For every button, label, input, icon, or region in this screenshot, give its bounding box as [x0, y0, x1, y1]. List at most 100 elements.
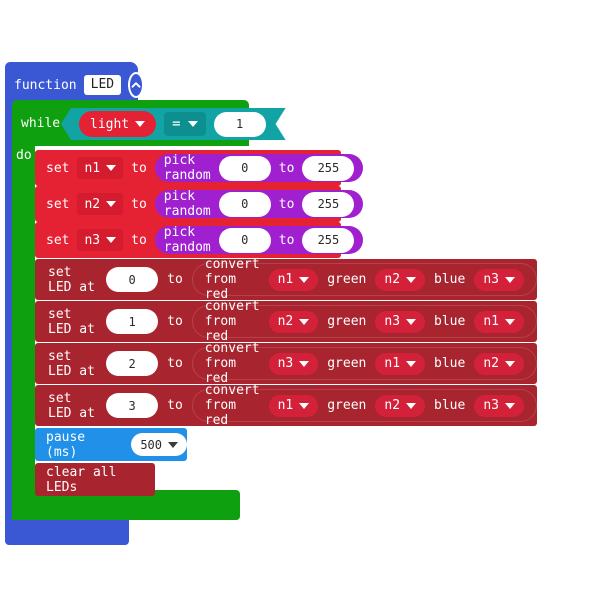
caret-down-icon[interactable] [406, 276, 417, 283]
set-variable-select[interactable]: n2 [77, 193, 124, 215]
pick-random-min-field[interactable]: 0 [218, 227, 271, 253]
pick-random-block[interactable]: pick random 0 to 255 [154, 189, 364, 219]
convert-green-label: n2 [384, 398, 401, 413]
pause-duration-field[interactable]: 500 [131, 433, 187, 456]
caret-down-icon[interactable] [406, 360, 417, 367]
convert-green-label: n3 [384, 314, 401, 329]
convert-red-variable[interactable]: n3 [268, 352, 319, 375]
caret-down-icon[interactable] [135, 121, 145, 127]
convert-blue-variable[interactable]: n3 [474, 394, 524, 417]
caret-down-icon[interactable] [106, 165, 117, 171]
function-keyword: function [14, 77, 77, 93]
pick-random-max-field[interactable]: 255 [302, 191, 355, 217]
set-led-to-label: to [167, 314, 183, 329]
caret-down-icon[interactable] [505, 402, 515, 409]
convert-blue-variable[interactable]: n2 [474, 352, 524, 375]
convert-blue-label: n1 [483, 314, 499, 329]
blocks-workspace[interactable]: function LED while do light = 1 set n1 t… [0, 0, 600, 600]
caret-down-icon[interactable] [505, 276, 515, 283]
pick-random-between-label: to [278, 160, 295, 176]
set-led-index-field[interactable]: 3 [106, 393, 159, 418]
convert-green-word: green [327, 398, 367, 413]
pick-random-max-field[interactable]: 255 [302, 227, 355, 253]
convert-green-variable[interactable]: n2 [375, 268, 426, 291]
caret-down-icon[interactable] [168, 441, 178, 448]
set-led-row[interactable]: set LED at 1 to convert from red n2 gree… [35, 299, 537, 344]
convert-green-label: n1 [384, 356, 401, 371]
set-led-index-field[interactable]: 2 [106, 351, 159, 376]
set-led-prefix: set LED at [48, 264, 95, 295]
convert-blue-label: n3 [483, 272, 499, 287]
convert-green-variable[interactable]: n3 [375, 310, 426, 333]
convert-blue-word: blue [434, 398, 466, 413]
caret-down-icon[interactable] [106, 201, 117, 207]
condition-variable-light[interactable]: light [79, 111, 156, 137]
set-keyword: set [46, 160, 70, 176]
pick-random-block[interactable]: pick random 0 to 255 [154, 225, 364, 255]
pick-random-min-field[interactable]: 0 [218, 191, 271, 217]
set-variable-row[interactable]: set n3 to pick random 0 to 255 [35, 222, 364, 258]
convert-from-rgb-block[interactable]: convert from red n3 green n1 blue n2 [191, 341, 537, 386]
set-led-to-label: to [167, 356, 183, 371]
caret-down-icon[interactable] [406, 318, 417, 325]
set-variable-label: n1 [84, 160, 101, 176]
clear-all-leds-label: clear all LEDs [46, 464, 117, 495]
caret-down-icon[interactable] [505, 360, 515, 367]
set-to-label: to [131, 232, 147, 248]
caret-down-icon[interactable] [406, 402, 417, 409]
caret-down-icon[interactable] [299, 276, 310, 283]
comparison-operator-label: = [172, 116, 181, 132]
caret-down-icon[interactable] [188, 121, 198, 127]
caret-down-icon[interactable] [505, 318, 515, 325]
pick-random-min-field[interactable]: 0 [218, 155, 271, 181]
while-keyword: while [21, 115, 61, 131]
convert-label: convert from red [204, 383, 260, 428]
convert-label: convert from red [204, 257, 260, 302]
while-condition-comparison[interactable]: light = 1 [61, 108, 286, 140]
convert-green-variable[interactable]: n1 [375, 352, 426, 375]
caret-down-icon[interactable] [299, 360, 310, 367]
convert-blue-word: blue [434, 314, 466, 329]
chevron-up-circle-icon[interactable] [128, 72, 145, 98]
set-variable-row[interactable]: set n2 to pick random 0 to 255 [35, 186, 364, 222]
while-do-label: do [16, 148, 32, 163]
convert-red-variable[interactable]: n1 [268, 394, 319, 417]
set-variable-label: n2 [84, 196, 101, 212]
convert-from-rgb-block[interactable]: convert from red n2 green n3 blue n1 [191, 299, 537, 344]
function-name-field[interactable]: LED [83, 75, 122, 95]
convert-green-word: green [327, 272, 367, 287]
convert-red-label: n1 [277, 272, 294, 287]
convert-red-variable[interactable]: n2 [268, 310, 319, 333]
set-led-prefix: set LED at [48, 348, 95, 379]
set-led-row[interactable]: set LED at 0 to convert from red n1 gree… [35, 257, 537, 302]
convert-label: convert from red [204, 341, 260, 386]
condition-variable-label: light [90, 116, 130, 132]
convert-green-variable[interactable]: n2 [375, 394, 426, 417]
caret-down-icon[interactable] [106, 237, 117, 243]
set-led-index-field[interactable]: 0 [106, 267, 159, 292]
set-led-index-field[interactable]: 1 [106, 309, 159, 334]
set-variable-row[interactable]: set n1 to pick random 0 to 255 [35, 150, 364, 186]
condition-value-field[interactable]: 1 [214, 112, 266, 137]
set-led-row[interactable]: set LED at 3 to convert from red n1 gree… [35, 383, 537, 428]
convert-blue-variable[interactable]: n3 [474, 268, 524, 291]
pick-random-block[interactable]: pick random 0 to 255 [154, 153, 364, 183]
comparison-operator-select[interactable]: = [164, 112, 205, 136]
convert-red-variable[interactable]: n1 [268, 268, 319, 291]
caret-down-icon[interactable] [299, 402, 310, 409]
set-led-row[interactable]: set LED at 2 to convert from red n3 gree… [35, 341, 537, 386]
set-variable-label: n3 [84, 232, 101, 248]
pick-random-max-field[interactable]: 255 [302, 155, 355, 181]
caret-down-icon[interactable] [299, 318, 310, 325]
clear-all-leds-block[interactable]: clear all LEDs [35, 463, 155, 496]
convert-blue-variable[interactable]: n1 [474, 310, 524, 333]
pause-block[interactable]: pause (ms) 500 [35, 428, 187, 461]
set-led-prefix: set LED at [48, 306, 95, 337]
set-variable-select[interactable]: n3 [77, 229, 124, 251]
convert-from-rgb-block[interactable]: convert from red n1 green n2 blue n3 [191, 383, 537, 428]
convert-red-label: n2 [277, 314, 294, 329]
set-keyword: set [46, 196, 70, 212]
convert-from-rgb-block[interactable]: convert from red n1 green n2 blue n3 [191, 257, 537, 302]
set-variable-select[interactable]: n1 [77, 157, 124, 179]
convert-blue-label: n2 [483, 356, 499, 371]
